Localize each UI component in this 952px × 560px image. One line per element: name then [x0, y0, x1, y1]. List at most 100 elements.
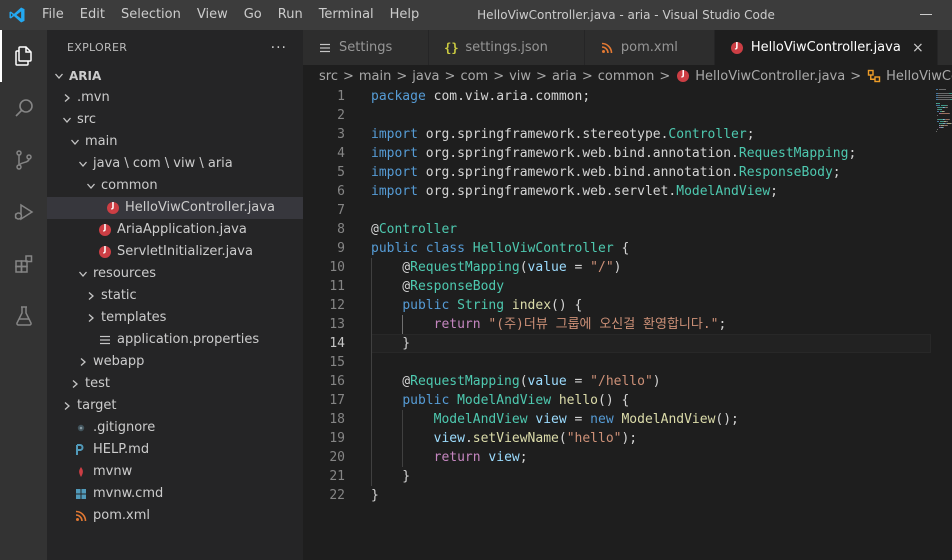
minimap-token	[939, 121, 945, 122]
breadcrumb-item[interactable]: aria	[552, 69, 577, 84]
breadcrumb-label: HelloViwController	[886, 68, 952, 84]
breadcrumb-label: viw	[509, 68, 532, 84]
tab-settings-json[interactable]: {} settings.json	[429, 30, 585, 65]
folder-item[interactable]: common	[47, 175, 303, 197]
tree-item-label: common	[101, 178, 158, 193]
breadcrumb-item[interactable]: com	[460, 69, 488, 84]
folder-item[interactable]: src	[47, 109, 303, 131]
file-item[interactable]: AriaApplication.java	[47, 219, 303, 241]
folder-item[interactable]: static	[47, 285, 303, 307]
breadcrumb-item[interactable]: java	[412, 69, 439, 84]
explorer-icon[interactable]	[0, 30, 47, 82]
tree-item-label: target	[77, 398, 117, 413]
code-line: 5 import org.springframework.web.bind.ann…	[303, 163, 952, 182]
more-actions-icon[interactable]: ···	[271, 40, 287, 56]
code-editor[interactable]: 1 package com.viw.aria.common; 2 3 import or…	[303, 87, 952, 560]
search-icon[interactable]	[0, 82, 47, 134]
menu-go[interactable]: Go	[236, 0, 270, 30]
file-item[interactable]: pom.xml	[47, 505, 303, 527]
menu-run[interactable]: Run	[270, 0, 311, 30]
file-item[interactable]: mvnw	[47, 461, 303, 483]
close-icon[interactable]: ×	[911, 40, 925, 56]
breadcrumb-item[interactable]: common	[598, 69, 655, 84]
tab-helloviwcontroller-java[interactable]: HelloViwController.java ×	[714, 30, 938, 65]
line-number: 13	[329, 317, 345, 332]
minimize-icon[interactable]	[920, 14, 932, 15]
code-line: 7	[303, 201, 952, 220]
code-line: 14 }	[303, 334, 952, 353]
line-number: 17	[329, 393, 345, 408]
code-text: @RequestMapping(value = "/")	[371, 260, 622, 275]
folder-item[interactable]: .mvn	[47, 87, 303, 109]
extensions-icon[interactable]	[0, 238, 47, 290]
line-number: 21	[329, 469, 345, 484]
folder-item[interactable]: templates	[47, 307, 303, 329]
chevron-down-icon	[83, 178, 99, 194]
folder-item[interactable]: main	[47, 131, 303, 153]
tab-applic[interactable]: applic	[937, 30, 952, 65]
folder-item[interactable]: webapp	[47, 351, 303, 373]
menu-view[interactable]: View	[189, 0, 236, 30]
vscode-logo-icon	[0, 0, 34, 30]
code-text: import org.springframework.web.bind.anno…	[371, 165, 841, 180]
code-line: 10 @RequestMapping(value = "/")	[303, 258, 952, 277]
title-bar: File Edit Selection View Go Run Terminal Help H…	[0, 0, 952, 30]
breadcrumb-separator: >	[444, 68, 456, 84]
minimap-token	[938, 95, 952, 96]
line-number: 16	[329, 374, 345, 389]
file-item[interactable]: mvnw.cmd	[47, 483, 303, 505]
code-line: 22}	[303, 486, 952, 505]
tree-item-label: ARIA	[69, 69, 102, 83]
code-text: import org.springframework.web.servlet.M…	[371, 184, 778, 199]
breadcrumb-item[interactable]: HelloViwController	[866, 68, 952, 84]
line-number: 9	[337, 241, 345, 256]
menu-file[interactable]: File	[34, 0, 72, 30]
code-line: 1 package com.viw.aria.common;	[303, 87, 952, 106]
minimap-token	[946, 121, 948, 122]
menu-help[interactable]: Help	[382, 0, 428, 30]
breadcrumb-item[interactable]: viw	[509, 69, 531, 84]
line-number: 11	[329, 279, 345, 294]
folder-item[interactable]: ARIA	[47, 65, 303, 87]
menu-edit[interactable]: Edit	[72, 0, 113, 30]
menu-selection[interactable]: Selection	[113, 0, 189, 30]
tree-item-label: src	[77, 112, 96, 127]
breadcrumb-label: aria	[551, 68, 577, 84]
line-number: 3	[337, 127, 345, 142]
breadcrumb-item[interactable]: src	[319, 69, 338, 84]
chevron-down-icon	[75, 156, 91, 172]
file-item[interactable]: .gitignore	[47, 417, 303, 439]
line-number: 22	[329, 488, 345, 503]
folder-item[interactable]: resources	[47, 263, 303, 285]
minimap-token	[938, 97, 952, 98]
tab-pom-xml[interactable]: pom.xml	[584, 30, 715, 65]
code-text: import org.springframework.web.bind.anno…	[371, 146, 857, 161]
file-item[interactable]: ServletInitializer.java	[47, 241, 303, 263]
minimap-token	[936, 103, 940, 104]
tab-label: pom.xml	[620, 40, 678, 55]
testing-icon[interactable]	[0, 290, 47, 342]
java-icon	[729, 40, 745, 56]
menu-terminal[interactable]: Terminal	[311, 0, 382, 30]
breadcrumb-separator: >	[396, 68, 408, 84]
breadcrumb-label: common	[597, 68, 655, 84]
source-control-icon[interactable]	[0, 134, 47, 186]
minimap-token	[938, 123, 943, 124]
folder-item[interactable]: test	[47, 373, 303, 395]
breadcrumb-item[interactable]: HelloViwController.java	[675, 68, 845, 84]
code-text: @RequestMapping(value = "/hello")	[371, 374, 661, 389]
folder-item[interactable]: java \ com \ viw \ aria	[47, 153, 303, 175]
explorer-sidebar: EXPLORER ··· ARIA .mvn src main java \ com \…	[47, 30, 303, 560]
code-text: public class HelloViwController {	[371, 241, 630, 256]
file-item[interactable]: application.properties	[47, 329, 303, 351]
minimap[interactable]	[936, 87, 952, 147]
line-number: 5	[337, 165, 345, 180]
file-item[interactable]: HELP.md	[47, 439, 303, 461]
file-item[interactable]: HelloViwController.java	[47, 197, 303, 219]
tab-settings[interactable]: Settings	[303, 30, 430, 65]
breadcrumb-item[interactable]: main	[359, 69, 391, 84]
chevron-right-icon	[67, 376, 83, 392]
folder-item[interactable]: target	[47, 395, 303, 417]
tab-label: Settings	[339, 40, 393, 55]
run-debug-icon[interactable]	[0, 186, 47, 238]
